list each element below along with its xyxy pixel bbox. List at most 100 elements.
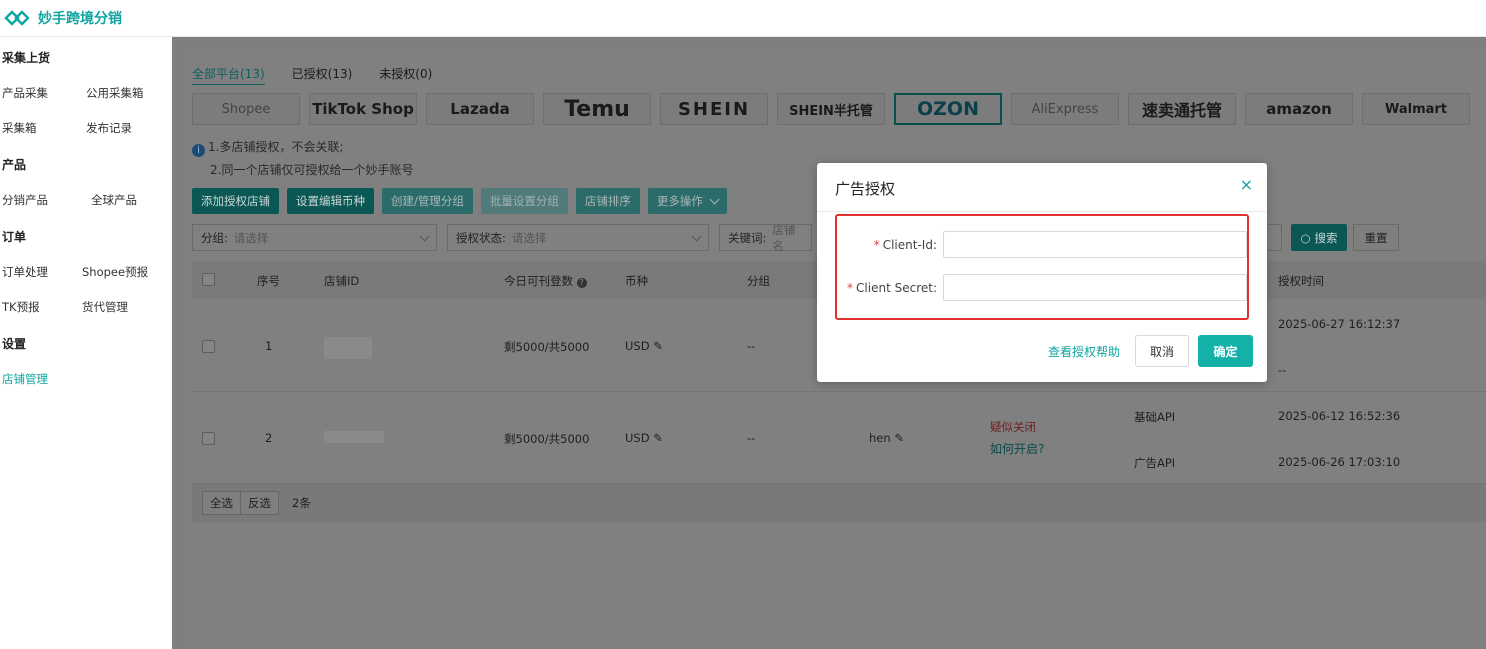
th-auth-time: 授权时间 [1278, 274, 1324, 288]
keyword-input[interactable]: 关键词: 店铺名 [719, 222, 812, 253]
add-shop-button[interactable]: 添加授权店铺 [192, 188, 279, 214]
set-currency-button[interactable]: 设置编辑币种 [287, 188, 374, 214]
manage-groups-button[interactable]: 创建/管理分组 [382, 188, 473, 214]
keyword-select-tail [1266, 224, 1282, 251]
client-secret-label-text: Client Secret: [856, 281, 937, 295]
edit-icon[interactable]: ✎ [653, 339, 663, 353]
platform-shein[interactable]: SHEIN [660, 93, 768, 125]
client-id-label-text: Client-Id: [882, 238, 937, 252]
sidebar-item-shop-manage[interactable]: 店铺管理 [2, 371, 48, 387]
info-icon: i [192, 144, 205, 157]
group-label: 分组: [201, 230, 228, 245]
select-all-checkbox[interactable] [202, 273, 215, 286]
platform-ozon[interactable]: OZON [894, 93, 1002, 125]
row-auth-time: 2025-06-26 17:03:10 [1278, 455, 1401, 469]
shop-sort-button[interactable]: 店铺排序 [575, 188, 640, 214]
platform-temu[interactable]: Temu [543, 93, 651, 125]
row-index: 2 [265, 431, 273, 445]
total-count: 2条 [292, 496, 311, 510]
platform-tabs: 全部平台(13) 已授权(13) 未授权(0) [192, 65, 432, 85]
auth-label: 授权状态: [456, 230, 506, 245]
auth-status-select[interactable]: 授权状态: 请选择 [447, 224, 709, 251]
sidebar-group-collect: 采集上货 [2, 51, 51, 65]
row-group: -- [747, 339, 756, 353]
confirm-button[interactable]: 确定 [1198, 335, 1253, 367]
sidebar-item-global[interactable]: 全球产品 [91, 192, 137, 208]
sidebar-group-product: 产品 [2, 158, 27, 172]
platform-logos: Shopee TikTok Shop Lazada Temu SHEIN SHE… [192, 93, 1470, 125]
note-1: 1.多店铺授权，不会关联; [208, 140, 344, 154]
chevron-down-icon [691, 231, 702, 241]
platform-shein-semi[interactable]: SHEIN半托管 [777, 93, 885, 125]
row-api: 广告API [1134, 456, 1176, 470]
platform-shopee[interactable]: Shopee [192, 93, 300, 125]
modal-divider [817, 211, 1267, 212]
th-quota-label: 今日可刊登数 [504, 274, 573, 288]
reset-button[interactable]: 重置 [1353, 224, 1399, 251]
platform-aliexpress-managed[interactable]: 速卖通托管 [1128, 93, 1236, 125]
brand-name: 妙手跨境分销 [38, 11, 122, 27]
th-shop-id: 店铺ID [324, 274, 360, 288]
note-2: 2.同一个店铺仅可授权给一个妙手账号 [210, 163, 414, 177]
sidebar-item-public-box[interactable]: 公用采集箱 [86, 85, 144, 101]
edit-icon[interactable]: ✎ [894, 431, 904, 445]
select-all-button[interactable]: 全选 [202, 491, 241, 515]
sidebar: 采集上货 产品采集 公用采集箱 采集箱 发布记录 产品 分销产品 全球产品 订单… [0, 37, 172, 649]
platform-tiktok[interactable]: TikTok Shop [309, 93, 417, 125]
tab-all-platforms[interactable]: 全部平台(13) [192, 65, 265, 85]
close-icon[interactable]: × [1240, 175, 1253, 194]
row-quota: 剩5000/共5000 [504, 340, 590, 354]
row-currency-label: USD [625, 339, 650, 353]
tab-authorized[interactable]: 已授权(13) [292, 65, 353, 85]
row-owner: hen ✎ [869, 431, 904, 445]
cancel-button[interactable]: 取消 [1135, 335, 1189, 367]
row-currency-label: USD [625, 431, 650, 445]
sidebar-item-product-collect[interactable]: 产品采集 [2, 85, 48, 101]
sidebar-item-publish-log[interactable]: 发布记录 [86, 120, 132, 136]
sidebar-item-tk-forecast[interactable]: TK预报 [2, 299, 40, 315]
th-index: 序号 [257, 274, 280, 288]
row-checkbox[interactable] [202, 432, 215, 445]
sidebar-group-settings: 设置 [2, 337, 27, 351]
sidebar-item-forwarder[interactable]: 货代管理 [82, 299, 128, 315]
shop-id-blurred [324, 337, 372, 359]
required-mark: * [847, 281, 854, 295]
th-quota: 今日可刊登数 ? [504, 273, 587, 289]
row-quota: 剩5000/共5000 [504, 432, 590, 446]
client-id-input[interactable] [943, 231, 1247, 258]
row-owner-label: hen [869, 431, 891, 445]
search-button[interactable]: ○ 搜索 [1291, 224, 1347, 251]
sidebar-item-distribution[interactable]: 分销产品 [2, 192, 48, 208]
batch-group-button[interactable]: 批量设置分组 [480, 188, 568, 214]
sidebar-item-shopee-forecast[interactable]: Shopee预报 [82, 264, 148, 280]
client-secret-input[interactable] [943, 274, 1247, 301]
help-icon: ? [576, 278, 587, 288]
sidebar-item-collect-box[interactable]: 采集箱 [2, 120, 37, 136]
row-index: 1 [265, 339, 273, 353]
group-select[interactable]: 分组: 请选择 [192, 224, 437, 251]
platform-amazon[interactable]: amazon [1245, 93, 1353, 125]
keyword-label: 关键词: [728, 230, 767, 245]
keyword-placeholder: 店铺名 [772, 222, 796, 253]
th-group: 分组 [747, 274, 770, 288]
invert-select-button[interactable]: 反选 [240, 491, 279, 515]
auth-help-link[interactable]: 查看授权帮助 [1048, 343, 1120, 360]
tab-unauthorized[interactable]: 未授权(0) [379, 65, 432, 85]
row-currency: USD ✎ [625, 339, 663, 353]
more-actions-label: 更多操作 [656, 194, 703, 208]
modal-title: 广告授权 [835, 180, 896, 198]
row-currency: USD ✎ [625, 431, 663, 445]
sidebar-item-order-process[interactable]: 订单处理 [2, 264, 48, 280]
client-secret-label: * Client Secret: [817, 281, 937, 295]
logo-icon [4, 10, 30, 26]
row-status-link[interactable]: 如何开启? [990, 440, 1044, 457]
platform-walmart[interactable]: Walmart [1362, 93, 1470, 125]
required-mark: * [873, 238, 880, 252]
row-checkbox[interactable] [202, 340, 215, 353]
platform-aliexpress[interactable]: AliExpress [1011, 93, 1119, 125]
more-actions-button[interactable]: 更多操作 [647, 188, 727, 214]
edit-icon[interactable]: ✎ [653, 431, 663, 445]
platform-lazada[interactable]: Lazada [426, 93, 534, 125]
top-bar: 妙手跨境分销 [0, 0, 1486, 37]
table-footer: 全选 反选 2条 [192, 484, 1486, 522]
